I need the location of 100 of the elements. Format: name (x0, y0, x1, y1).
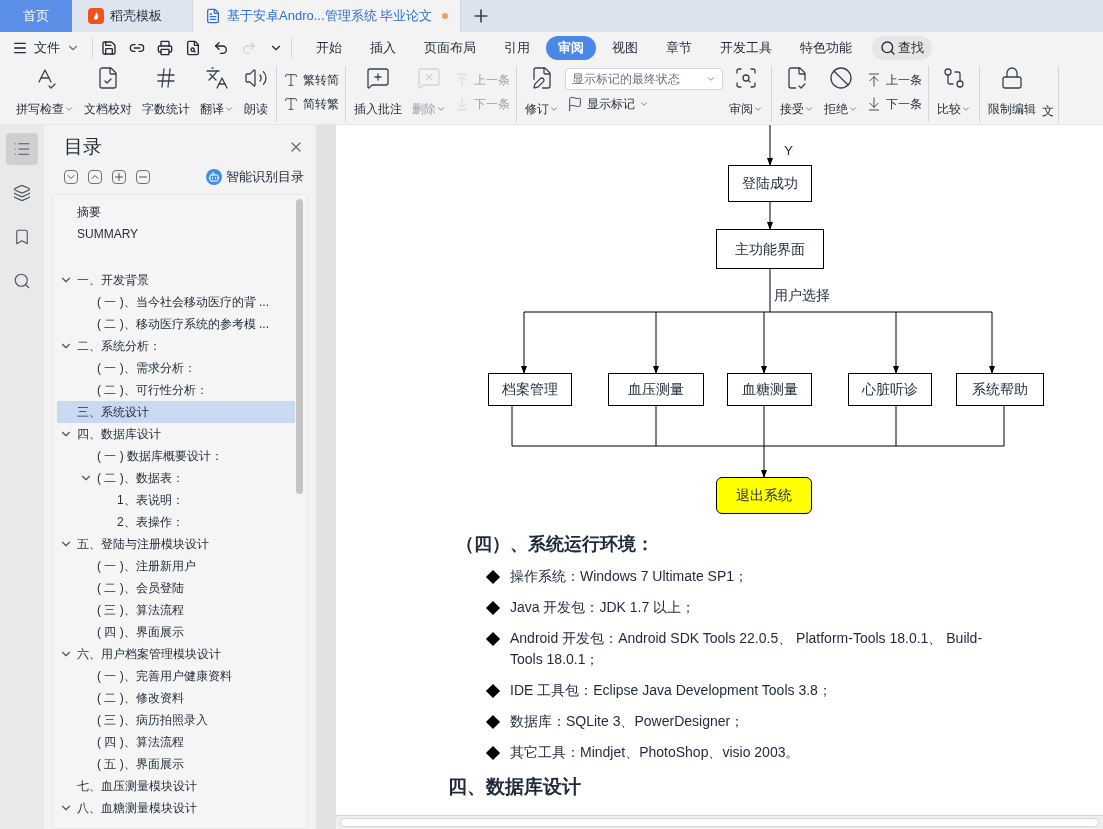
document-check-icon (96, 66, 120, 90)
flowchart-box: 血糖测量 (727, 373, 812, 406)
scrollbar-thumb[interactable] (340, 818, 1099, 827)
caret-icon (804, 104, 814, 114)
document-icon (205, 8, 221, 24)
toc-item[interactable]: ( 二 )、会员登陆 (57, 577, 295, 600)
caret-icon (848, 104, 858, 114)
markup-select[interactable]: 显示标记的最终状态 (565, 68, 723, 90)
expand-all-icon[interactable] (64, 169, 78, 184)
ribbon-button[interactable]: 上一条 (864, 68, 924, 92)
search-icon (880, 40, 896, 56)
ribbon-tab[interactable]: 视图 (600, 36, 650, 60)
connector-arrow (761, 445, 767, 478)
toc-item[interactable]: ( 一 )、需求分析： (57, 357, 295, 380)
flowchart-box: 档案管理 (488, 373, 572, 406)
document-check-icon (785, 66, 809, 90)
speaker-icon (244, 66, 268, 90)
toc-item[interactable]: 2、表操作： (57, 511, 295, 534)
character-icon (283, 96, 299, 112)
connector-arrow (893, 311, 899, 374)
ribbon-button[interactable]: 插入批注 (350, 66, 406, 118)
menu-icon (12, 40, 28, 56)
ribbon-tab[interactable]: 章节 (654, 36, 704, 60)
scrollbar-thumb[interactable] (296, 199, 303, 495)
toc-item[interactable]: ( 二 )、数据表： (57, 467, 295, 490)
bullet-text: 数据库：SQLite 3、PowerDesigner； (510, 712, 745, 731)
toc-item[interactable]: 一、开发背景 (57, 269, 295, 292)
ribbon-button[interactable]: 繁转简 (281, 68, 341, 92)
save-icon[interactable] (101, 40, 117, 56)
toc-item[interactable]: ( 三 )、病历拍照录入 (57, 709, 295, 732)
connector-arrow (521, 311, 527, 374)
toc-item[interactable]: ( 五 )、界面展示 (57, 753, 295, 776)
toc-item[interactable]: 三、系统设计 (57, 401, 295, 424)
panel-title: 目录 (64, 135, 102, 159)
toc-item[interactable]: SUMMARY (57, 223, 295, 246)
ribbon-button[interactable]: 拒绝 (820, 66, 862, 118)
undo-icon[interactable] (213, 40, 229, 56)
ribbon-tab[interactable]: 开始 (304, 36, 354, 60)
file-menu-button[interactable]: 文件 (12, 38, 88, 58)
robot-icon (206, 168, 222, 185)
connector-arrow (989, 311, 995, 374)
bullet-text: 其它工具：Mindjet、PhotoShop、visio 2003。 (510, 743, 800, 762)
ribbon-button[interactable]: 文档校对 (80, 66, 136, 118)
comment-delete-icon (417, 66, 441, 90)
toc-item[interactable]: 七、血压测量模块设计 (57, 775, 295, 798)
toc-item[interactable]: 摘要 (57, 201, 295, 224)
collapse-all-icon[interactable] (88, 169, 102, 184)
ribbon-button[interactable]: 字数统计 (138, 66, 194, 118)
ribbon-button[interactable]: 限制编辑 (984, 66, 1040, 118)
connector-arrow (653, 311, 659, 374)
toc-item[interactable]: ( 二 )、移动医疗系统的参考模 ... (57, 313, 295, 336)
toc-item[interactable]: ( 二 )、可行性分析： (57, 379, 295, 402)
toc-item[interactable]: 八、血糖测量模块设计 (57, 797, 295, 820)
toc-item[interactable]: ( 一 )、当今社会移动医疗的背 ... (57, 291, 295, 314)
toc-item[interactable]: 六、用户档案管理模块设计 (57, 643, 295, 666)
ribbon-button[interactable]: 朗读 (240, 66, 272, 118)
flowchart-box: 心脏听诊 (848, 373, 932, 406)
ribbon-tab[interactable]: 页面布局 (412, 36, 488, 60)
toc-item[interactable]: ( 三 )、算法流程 (57, 599, 295, 622)
ribbon-button[interactable]: 审阅 (725, 66, 767, 118)
ribbon-button[interactable]: 接受 (776, 66, 818, 118)
ribbon-tab[interactable]: 开发工具 (708, 36, 784, 60)
arrow-up-icon (454, 72, 470, 88)
bullet-text: Java 开发包：JDK 1.7 以上； (510, 598, 696, 617)
bullet-text: IDE 工具包：Eclipse Java Development Tools 3.8； (510, 681, 832, 700)
ribbon-button[interactable]: 修订 (521, 66, 563, 118)
ribbon-button[interactable]: 简转繁 (281, 92, 341, 116)
search-button[interactable]: 查找 (872, 36, 932, 60)
toc-item[interactable]: ( 四 )、算法流程 (57, 731, 295, 754)
lock-icon (1000, 66, 1024, 90)
toc-item[interactable]: ( 四 )、界面展示 (57, 621, 295, 644)
caret-icon (549, 104, 559, 114)
ribbon-tab[interactable]: 引用 (492, 36, 542, 60)
toc-item[interactable]: ( 二 )、修改资料 (57, 687, 295, 710)
toc-item[interactable]: 四、数据库设计 (57, 423, 295, 446)
ribbon-button[interactable]: 下一条 (864, 92, 924, 116)
ribbon-button[interactable]: 显示标记 (565, 92, 651, 116)
ribbon-tab[interactable]: 审阅 (546, 36, 596, 60)
print-preview-icon[interactable] (185, 40, 201, 56)
plus-icon[interactable] (112, 169, 126, 184)
toc-item[interactable]: 1、表说明： (57, 489, 295, 512)
toc-item[interactable]: ( 一 )、完善用户健康资料 (57, 665, 295, 688)
caret-icon (64, 104, 74, 114)
ribbon-tab[interactable]: 插入 (358, 36, 408, 60)
flame-logo-icon (88, 8, 104, 24)
ribbon-button[interactable]: 拼写检查 (12, 66, 78, 118)
document-tab[interactable]: 基于安卓Andro...管理系统 毕业论文 (192, 0, 462, 32)
prohibited-icon (829, 66, 853, 90)
caret-icon (753, 104, 763, 114)
toc-item[interactable]: ( 一 ) 数据库概要设计： (57, 445, 295, 468)
toc-item[interactable]: 二、系统分析： (57, 335, 295, 358)
minus-icon[interactable] (136, 169, 150, 184)
ribbon-button[interactable]: 翻译 (196, 66, 238, 118)
toc-item[interactable]: 五、登陆与注册模块设计 (57, 533, 295, 556)
ribbon-button[interactable]: 比较 (933, 66, 975, 118)
connector-arrow (767, 201, 773, 230)
print-icon[interactable] (157, 40, 173, 56)
smart-toc-button[interactable]: 智能识别目录 (206, 167, 304, 187)
toc-item[interactable]: ( 一 )、注册新用户 (57, 555, 295, 578)
ribbon-tab[interactable]: 特色功能 (788, 36, 864, 60)
